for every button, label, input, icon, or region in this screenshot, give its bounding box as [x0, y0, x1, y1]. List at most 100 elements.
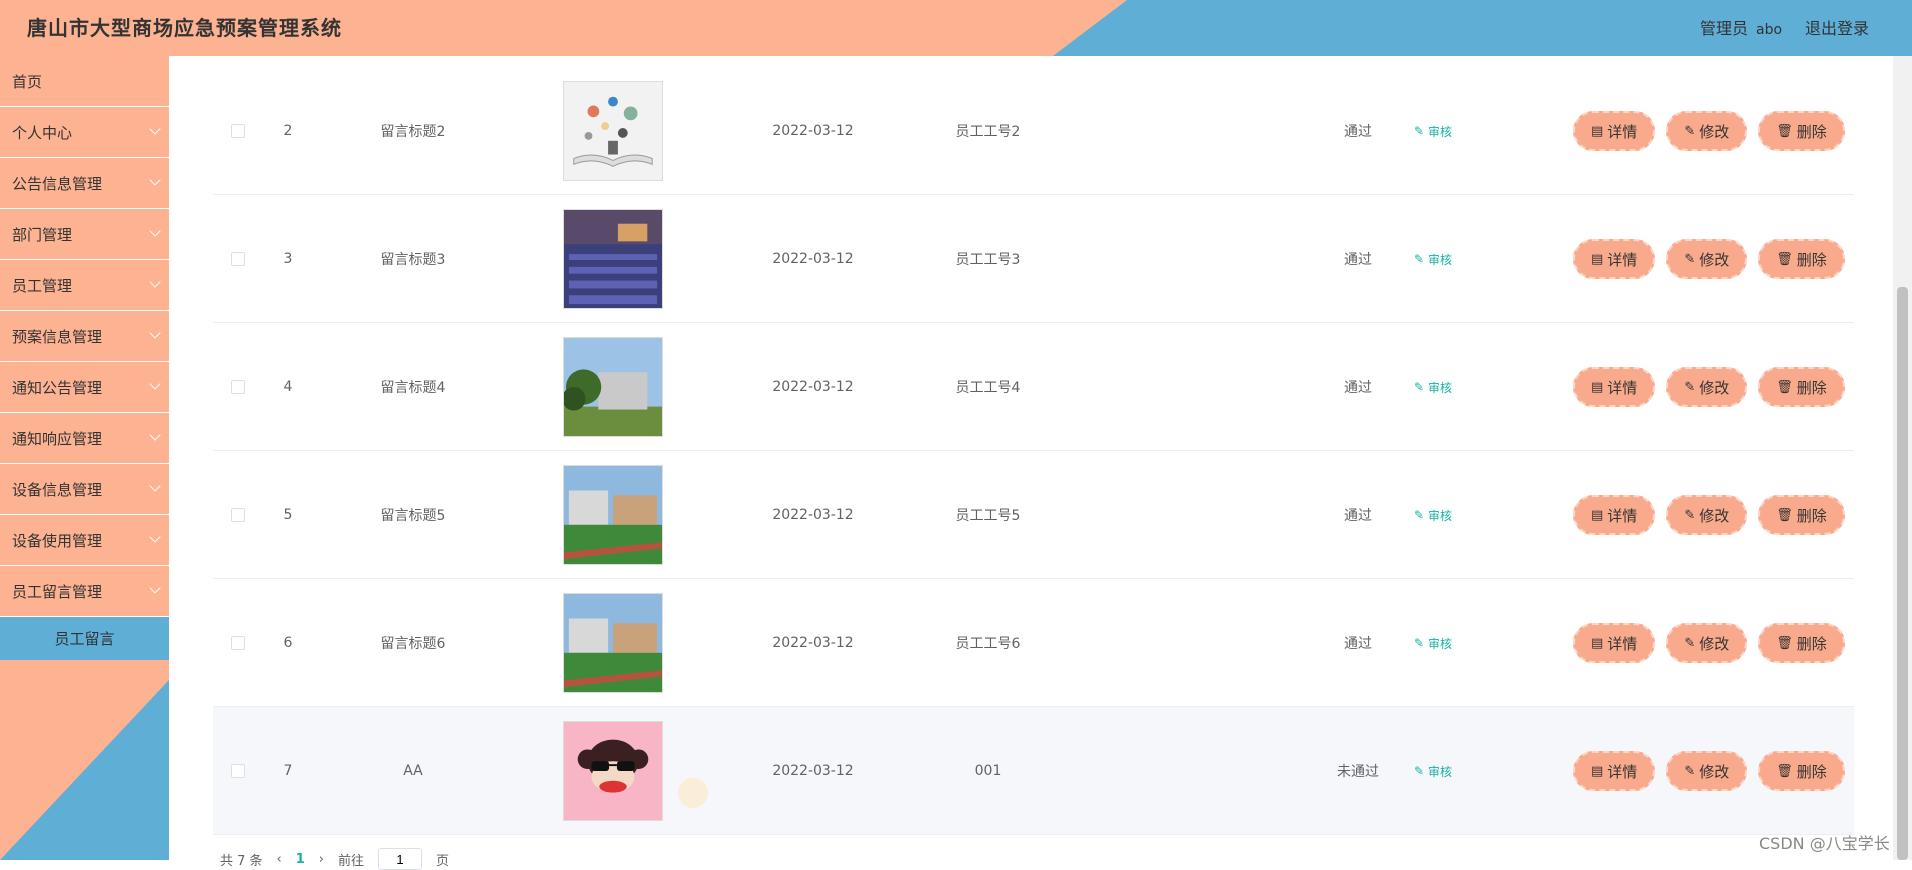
message-title: 留言标题3 — [380, 252, 446, 268]
delete-button[interactable]: 🗑 删除 — [1758, 239, 1845, 279]
audit-label: 审核 — [1428, 252, 1453, 267]
detail-button[interactable]: ▤ 详情 — [1573, 239, 1656, 279]
sidebar-item-notice-management[interactable]: 通知公告管理 — [0, 362, 169, 413]
detail-label: 详情 — [1607, 506, 1638, 525]
scrollbar-thumb[interactable] — [1897, 287, 1908, 860]
document-icon: ▤ — [1591, 123, 1604, 139]
message-date: 2022-03-12 — [772, 507, 854, 523]
audit-link[interactable]: ✎ 审核 — [1363, 67, 1503, 195]
sidebar-subitem-employee-messages[interactable]: 员工留言 — [0, 617, 169, 660]
sidebar-item-equipment-usage[interactable]: 设备使用管理 — [0, 515, 169, 566]
audit-link[interactable]: ✎ 审核 — [1363, 195, 1503, 323]
message-date: 2022-03-12 — [772, 379, 854, 395]
detail-button[interactable]: ▤ 详情 — [1573, 623, 1656, 663]
delete-label: 删除 — [1796, 378, 1827, 397]
sidebar-item-personal-center[interactable]: 个人中心 — [0, 107, 169, 158]
edit-label: 修改 — [1699, 506, 1730, 525]
delete-button[interactable]: 🗑 删除 — [1758, 623, 1845, 663]
row-checkbox[interactable] — [231, 124, 245, 138]
sidebar-item-response-management[interactable]: 通知响应管理 — [0, 413, 169, 464]
campus-building-photo — [563, 337, 663, 437]
detail-button[interactable]: ▤ 详情 — [1573, 495, 1656, 535]
prev-page-icon[interactable]: ‹ — [277, 852, 282, 867]
edit-pen-icon: ✎ — [1413, 124, 1425, 138]
app-title: 唐山市大型商场应急预案管理系统 — [27, 16, 342, 40]
user-name: abo — [1756, 22, 1783, 38]
audit-link[interactable]: ✎ 审核 — [1363, 323, 1503, 451]
sidebar-menu: 首页 个人中心 公告信息管理 部门管理 员工管理 预案信息管理 通知公告管理 通… — [0, 56, 169, 660]
edit-button[interactable]: ✎ 修改 — [1666, 751, 1748, 791]
message-date: 2022-03-12 — [772, 763, 854, 779]
chevron-down-icon — [149, 225, 161, 237]
sidebar-item-label: 通知公告管理 — [12, 378, 103, 397]
chevron-down-icon — [149, 582, 161, 594]
row-index: 4 — [283, 379, 293, 395]
audit-link[interactable]: ✎ 审核 — [1363, 451, 1503, 579]
delete-label: 删除 — [1796, 634, 1827, 653]
sidebar-item-label: 员工留言管理 — [12, 582, 103, 601]
sidebar: 首页 个人中心 公告信息管理 部门管理 员工管理 预案信息管理 通知公告管理 通… — [0, 56, 169, 860]
edit-label: 修改 — [1699, 122, 1730, 141]
status-text: 通过 — [1344, 380, 1372, 396]
mouse-cursor-highlight — [678, 778, 708, 808]
edit-button[interactable]: ✎ 修改 — [1666, 367, 1748, 407]
status-text: 通过 — [1344, 508, 1372, 524]
sidebar-item-announcement-management[interactable]: 公告信息管理 — [0, 158, 169, 209]
page-suffix: 页 — [436, 853, 450, 869]
sidebar-item-employee-management[interactable]: 员工管理 — [0, 260, 169, 311]
top-header: 唐山市大型商场应急预案管理系统 管理员 abo 退出登录 — [0, 0, 1912, 56]
next-page-icon[interactable]: › — [319, 852, 324, 867]
detail-button[interactable]: ▤ 详情 — [1573, 111, 1656, 151]
chevron-down-icon — [149, 480, 161, 492]
delete-button[interactable]: 🗑 删除 — [1758, 367, 1845, 407]
row-index: 2 — [283, 123, 293, 139]
sidebar-item-message-management[interactable]: 员工留言管理 — [0, 566, 169, 617]
delete-button[interactable]: 🗑 删除 — [1758, 111, 1845, 151]
edit-pen-icon: ✎ — [1684, 635, 1696, 651]
goto-page-input[interactable] — [378, 848, 423, 870]
sidebar-item-home[interactable]: 首页 — [0, 56, 169, 107]
sidebar-item-label: 预案信息管理 — [12, 327, 103, 346]
status-text: 通过 — [1344, 636, 1372, 652]
sidebar-item-equipment-info[interactable]: 设备信息管理 — [0, 464, 169, 515]
chevron-down-icon — [149, 429, 161, 441]
edit-button[interactable]: ✎ 修改 — [1666, 111, 1748, 151]
edit-button[interactable]: ✎ 修改 — [1666, 495, 1748, 535]
row-checkbox[interactable] — [231, 636, 245, 650]
messages-table: 2 留言标题2 2022-03-12 员工工号2 通过 ✎ 审核 ▤ 详情 ✎ 修改 … — [213, 67, 1854, 835]
row-checkbox[interactable] — [231, 252, 245, 266]
sidebar-item-plan-management[interactable]: 预案信息管理 — [0, 311, 169, 362]
detail-button[interactable]: ▤ 详情 — [1573, 367, 1656, 407]
delete-label: 删除 — [1796, 122, 1827, 141]
row-checkbox[interactable] — [231, 764, 245, 778]
detail-label: 详情 — [1607, 122, 1638, 141]
edit-pen-icon: ✎ — [1684, 379, 1696, 395]
sidebar-item-label: 员工管理 — [12, 276, 73, 295]
delete-button[interactable]: 🗑 删除 — [1758, 495, 1845, 535]
employee-id: 员工工号4 — [955, 380, 1021, 396]
edit-button[interactable]: ✎ 修改 — [1666, 623, 1748, 663]
row-checkbox[interactable] — [231, 508, 245, 522]
detail-button[interactable]: ▤ 详情 — [1573, 751, 1656, 791]
current-user: 管理员 abo — [1700, 15, 1782, 39]
audit-link[interactable]: ✎ 审核 — [1363, 707, 1503, 835]
edit-pen-icon: ✎ — [1684, 763, 1696, 779]
monkey-avatar — [563, 721, 663, 821]
sidebar-item-department-management[interactable]: 部门管理 — [0, 209, 169, 260]
delete-label: 删除 — [1796, 250, 1827, 269]
logout-button[interactable]: 退出登录 — [1805, 15, 1869, 39]
sidebar-item-label: 首页 — [12, 72, 43, 91]
edit-button[interactable]: ✎ 修改 — [1666, 239, 1748, 279]
message-title: 留言标题4 — [380, 380, 446, 396]
trash-icon: 🗑 — [1776, 507, 1793, 523]
row-index: 7 — [283, 763, 293, 779]
page-number[interactable]: 1 — [296, 852, 305, 867]
pagination: 共 7 条 ‹ 1 › 前往 页 — [220, 848, 449, 870]
delete-button[interactable]: 🗑 删除 — [1758, 751, 1845, 791]
row-checkbox[interactable] — [231, 380, 245, 394]
audit-link[interactable]: ✎ 审核 — [1363, 579, 1503, 707]
sidebar-item-label: 设备信息管理 — [12, 480, 103, 499]
table-row: 4 留言标题4 2022-03-12 员工工号4 通过 ✎ 审核 ▤ 详情 ✎ 修改 … — [213, 323, 1854, 451]
chevron-down-icon — [149, 531, 161, 543]
employee-id: 员工工号2 — [955, 124, 1021, 140]
